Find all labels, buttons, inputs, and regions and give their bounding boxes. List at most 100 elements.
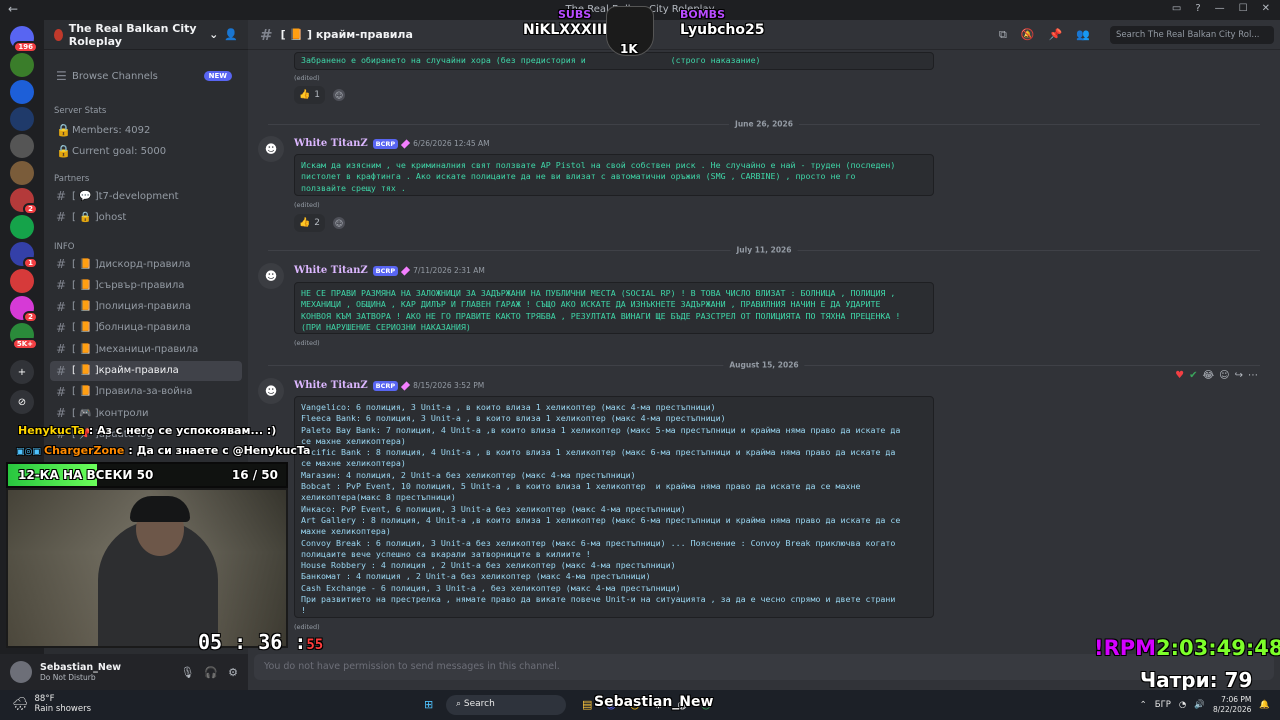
language-indicator[interactable]: БГР xyxy=(1155,700,1171,710)
channel-label: сървър-правила xyxy=(98,279,185,291)
hash-icon: # xyxy=(56,384,67,399)
members-icon[interactable]: 👥 xyxy=(1076,28,1090,42)
stat-goal[interactable]: 🔒 Current goal: 5000 xyxy=(50,141,242,161)
add-server-icon[interactable]: + xyxy=(10,360,34,384)
more-options-icon[interactable]: ⋯ xyxy=(1248,370,1258,381)
server-icon-server-6[interactable]: 2 xyxy=(10,188,38,215)
server-icon-server-4[interactable] xyxy=(10,134,34,158)
category-info[interactable]: INFO xyxy=(54,242,74,252)
add-reaction-icon[interactable]: ☺ xyxy=(333,217,345,229)
progress-label: 12-КА НА ВСЕКИ 50 xyxy=(18,468,154,482)
server-icon-server-7[interactable] xyxy=(10,215,34,239)
channel-крайм-правила[interactable]: # [ 📙 ] крайм-правила xyxy=(50,360,242,381)
server-icon-server-5[interactable] xyxy=(10,161,34,185)
server-icon-server-9[interactable] xyxy=(10,269,34,293)
server-tag[interactable]: BCRP xyxy=(372,138,399,149)
edited-label: (edited) xyxy=(294,74,320,82)
author-name[interactable]: White TitanZ xyxy=(294,380,368,391)
server-tag[interactable]: BCRP xyxy=(372,380,399,391)
author-name[interactable]: White TitanZ xyxy=(294,265,368,276)
check-reaction-icon[interactable]: ✔ xyxy=(1189,370,1197,381)
channel-label: дискорд-правила xyxy=(98,258,191,270)
edited-label: (edited) xyxy=(294,339,320,347)
thumbs-up-icon: 👍 xyxy=(299,90,311,100)
avatar[interactable] xyxy=(10,661,32,683)
headphones-icon[interactable]: 🎧 xyxy=(204,666,218,679)
taskbar-search[interactable]: ⌕ Search xyxy=(446,695,566,715)
weather-widget[interactable]: 🌧 88°F Rain showers xyxy=(12,694,91,714)
add-reaction-icon[interactable]: ☺ xyxy=(333,89,345,101)
channel-правила-за-война[interactable]: # [ 📙 ] правила-за-война xyxy=(50,382,242,402)
heart-reaction-icon[interactable]: ♥ xyxy=(1175,370,1184,381)
server-icon-server-3[interactable] xyxy=(10,107,34,131)
chat-area: # [ 📙 ] крайм-правила ⧉ 🔕 📌 👥 Search The… xyxy=(248,20,1280,690)
author-avatar[interactable]: ☻ xyxy=(258,263,284,289)
minimize-icon[interactable]: — xyxy=(1215,3,1225,14)
help-icon[interactable]: ? xyxy=(1195,3,1200,14)
add-member-icon[interactable]: 👤 xyxy=(224,28,238,41)
author-avatar[interactable]: ☻ xyxy=(258,378,284,404)
server-icon-server-10[interactable]: 2 xyxy=(10,296,38,323)
volume-icon[interactable]: 🔊 xyxy=(1194,700,1205,710)
channel-дискорд-правила[interactable]: # [ 📙 ] дискорд-правила xyxy=(50,254,242,274)
timestamp: 8/15/2026 3:52 PM xyxy=(413,381,485,390)
channel-ohost[interactable]: # [ 🔒 ] ohost xyxy=(50,207,242,227)
settings-gear-icon[interactable]: ⚙ xyxy=(228,666,238,679)
windows-start-icon[interactable]: ⊞ xyxy=(424,698,433,711)
channel-label: t7-development xyxy=(98,190,179,202)
channel-prefix: [ 📙 ] xyxy=(72,365,99,376)
server-icon-discord-home[interactable]: 196 xyxy=(10,26,38,53)
inbox-icon[interactable]: ▭ xyxy=(1172,3,1181,14)
reaction-thumbs-up[interactable]: 👍 1 xyxy=(294,86,325,104)
server-tag[interactable]: BCRP xyxy=(372,265,399,276)
channel-prefix: [ 📙 ] xyxy=(72,301,99,313)
subs-name: NiKLXXXIII xyxy=(523,22,608,38)
channel-prefix: [ 🎮 ] xyxy=(72,407,99,419)
bell-off-icon[interactable]: 🔕 xyxy=(1021,28,1035,42)
browse-channels-label: Browse Channels xyxy=(72,70,158,82)
clock[interactable]: 7:06 PM 8/22/2026 xyxy=(1213,695,1251,715)
reply-icon[interactable]: ↪ xyxy=(1235,370,1243,381)
laugh-reaction-icon[interactable]: 😂 xyxy=(1202,370,1214,381)
notifications-icon[interactable]: 🔔 xyxy=(1259,700,1270,710)
channel-контроли[interactable]: # [ 🎮 ] контроли xyxy=(50,403,242,423)
close-icon[interactable]: ✕ xyxy=(1262,3,1270,14)
channel-болница-правила[interactable]: # [ 📙 ] болница-правила xyxy=(50,318,242,338)
stat-members[interactable]: 🔒 Members: 4092 xyxy=(50,120,242,140)
server-icon-server-8[interactable]: 1 xyxy=(10,242,38,269)
discover-icon[interactable]: ⊘ xyxy=(10,390,34,414)
server-icon-server-2[interactable] xyxy=(10,80,34,104)
add-reaction-icon[interactable]: ☺ xyxy=(1219,370,1229,381)
chevron-up-icon[interactable]: ⌃ xyxy=(1140,700,1147,710)
channel-t7-development[interactable]: # [ 💬 ] t7-development xyxy=(50,186,242,206)
message-header: White TitanZ BCRP 6/26/2026 12:45 AM xyxy=(294,138,490,149)
microphone-icon[interactable]: 🎙 xyxy=(180,666,194,679)
reaction-count: 2 xyxy=(314,218,320,228)
subs-label: SUBS xyxy=(558,8,592,21)
threads-icon[interactable]: ⧉ xyxy=(999,28,1007,42)
category-partners[interactable]: Partners xyxy=(54,174,89,184)
search-input[interactable]: Search The Real Balkan City Rol... xyxy=(1110,26,1274,44)
file-explorer-icon[interactable]: ▤ xyxy=(582,698,592,711)
author-avatar[interactable]: ☻ xyxy=(258,136,284,162)
chat-username: HenykucTa xyxy=(18,424,85,437)
wifi-icon[interactable]: ◔ xyxy=(1179,700,1186,710)
sub-goal-progress: 12-КА НА ВСЕКИ 50 16 / 50 xyxy=(6,462,288,488)
browse-channels[interactable]: ☰ Browse Channels NEW xyxy=(50,66,242,86)
hash-icon: # xyxy=(56,278,67,293)
author-name[interactable]: White TitanZ xyxy=(294,138,368,149)
pin-icon[interactable]: 📌 xyxy=(1049,28,1063,42)
rpm-value: 2:03:49:48 xyxy=(1156,636,1280,660)
category-server-stats[interactable]: Server Stats xyxy=(54,106,106,116)
timer-seconds: 55 xyxy=(306,637,324,653)
maximize-icon[interactable]: ☐ xyxy=(1239,3,1248,14)
channel-сървър-правила[interactable]: # [ 📙 ] сървър-правила xyxy=(50,275,242,295)
channel-полиция-правила[interactable]: # [ 📙 ] полиция-правила xyxy=(50,297,242,317)
reaction-thumbs-up[interactable]: 👍 2 xyxy=(294,214,325,232)
server-header[interactable]: The Real Balkan City Roleplay ⌄ 👤 xyxy=(44,20,248,50)
mention-badge: 196 xyxy=(13,41,38,53)
members-label: Members: 4092 xyxy=(72,124,151,136)
channel-механици-правила[interactable]: # [ 📙 ] механици-правила xyxy=(50,339,242,359)
server-icon-server-11[interactable]: 5K+ xyxy=(10,323,38,350)
server-icon-server-1[interactable] xyxy=(10,53,34,77)
